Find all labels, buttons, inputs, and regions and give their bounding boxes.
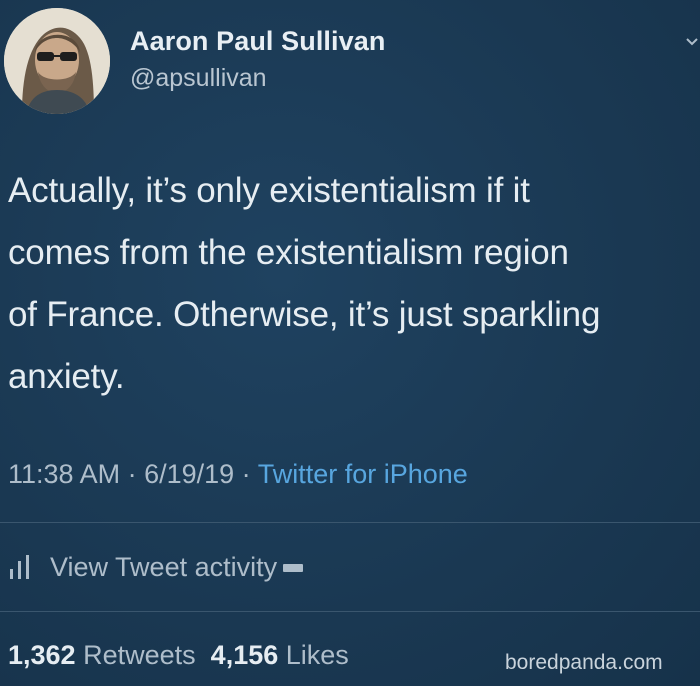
likes-count: 4,156 xyxy=(210,640,279,670)
tweet-stats: 1,362 Retweets 4,156 Likes xyxy=(8,640,349,671)
avatar[interactable] xyxy=(4,8,110,114)
retweets-count: 1,362 xyxy=(8,640,76,670)
retweets-label: Retweets xyxy=(83,640,196,670)
likes-stat[interactable]: 4,156 Likes xyxy=(211,640,349,670)
tweet-text: Actually, it’s only existentialism if it… xyxy=(8,171,601,396)
avatar-image xyxy=(4,8,110,114)
tweet-card: Aaron Paul Sullivan @apsullivan Actually… xyxy=(0,0,700,686)
retweets-stat[interactable]: 1,362 Retweets xyxy=(8,640,196,670)
view-tweet-activity-label: View Tweet activity xyxy=(50,552,278,582)
tweet-source-link[interactable]: Twitter for iPhone xyxy=(258,459,468,489)
bar-chart-icon xyxy=(10,555,29,579)
tweet-time: 11:38 AM xyxy=(8,459,121,489)
display-name[interactable]: Aaron Paul Sullivan xyxy=(130,26,385,57)
tweet-date[interactable]: 6/19/19 xyxy=(144,459,234,489)
user-handle[interactable]: @apsullivan xyxy=(130,64,267,93)
badge-icon xyxy=(283,564,304,572)
view-tweet-activity-button[interactable]: View Tweet activity xyxy=(8,552,304,583)
watermark: boredpanda.com xyxy=(505,651,663,674)
meta-separator: · xyxy=(120,459,145,489)
divider xyxy=(0,611,700,612)
tweet-meta: 11:38 AM · 6/19/19 · Twitter for iPhone xyxy=(8,459,468,490)
likes-label: Likes xyxy=(285,640,349,670)
divider xyxy=(0,522,700,523)
meta-separator: · xyxy=(234,459,258,489)
chevron-down-icon[interactable] xyxy=(684,34,700,50)
